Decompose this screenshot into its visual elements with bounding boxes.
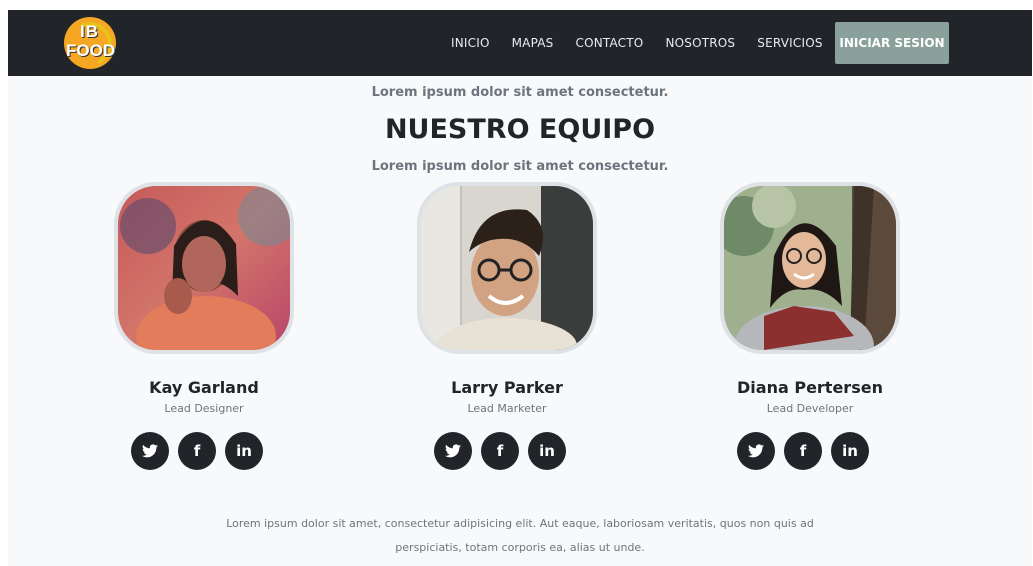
facebook-button[interactable]: f bbox=[481, 432, 519, 470]
linkedin-icon: in bbox=[842, 442, 858, 460]
twitter-button[interactable] bbox=[131, 432, 169, 470]
member-name: Kay Garland bbox=[149, 378, 259, 397]
logo-text-bottom: FOOD bbox=[66, 41, 116, 60]
nav-links: INICIO MAPAS CONTACTO NOSOTROS SERVICIOS bbox=[440, 10, 834, 76]
section-kicker-bottom: Lorem ipsum dolor sit amet consectetur. bbox=[371, 159, 669, 174]
facebook-icon: f bbox=[496, 442, 504, 460]
nav-link-inicio[interactable]: INICIO bbox=[451, 36, 490, 50]
twitter-button[interactable] bbox=[737, 432, 775, 470]
social-links: f in bbox=[737, 432, 887, 472]
twitter-icon bbox=[445, 444, 461, 458]
member-name: Larry Parker bbox=[451, 378, 563, 397]
twitter-icon bbox=[748, 444, 764, 458]
member-name: Diana Pertersen bbox=[737, 378, 883, 397]
section-title: NUESTRO EQUIPO bbox=[384, 114, 656, 145]
social-links: f in bbox=[131, 432, 281, 472]
navbar: IB FOOD INICIO MAPAS CONTACTO NOSOTROS S… bbox=[8, 10, 1032, 76]
facebook-button[interactable]: f bbox=[178, 432, 216, 470]
linkedin-icon: in bbox=[539, 442, 555, 460]
linkedin-icon: in bbox=[236, 442, 252, 460]
nav-link-contacto[interactable]: CONTACTO bbox=[575, 36, 643, 50]
member-role: Lead Designer bbox=[164, 402, 244, 415]
linkedin-button[interactable]: in bbox=[831, 432, 869, 470]
section-kicker-top: Lorem ipsum dolor sit amet consectetur. bbox=[371, 85, 669, 100]
nav-link-servicios[interactable]: SERVICIOS bbox=[757, 36, 822, 50]
facebook-icon: f bbox=[193, 442, 201, 460]
login-button[interactable]: INICIAR SESION bbox=[835, 22, 949, 64]
footer-paragraph: Lorem ipsum dolor sit amet, consectetur … bbox=[226, 517, 814, 554]
linkedin-button[interactable]: in bbox=[225, 432, 263, 470]
member-role: Lead Marketer bbox=[467, 402, 547, 415]
twitter-icon bbox=[142, 444, 158, 458]
linkedin-button[interactable]: in bbox=[528, 432, 566, 470]
avatar-photo bbox=[417, 182, 597, 354]
facebook-button[interactable]: f bbox=[784, 432, 822, 470]
logo-text-top: IB bbox=[80, 22, 99, 41]
twitter-button[interactable] bbox=[434, 432, 472, 470]
nav-link-mapas[interactable]: MAPAS bbox=[512, 36, 554, 50]
avatar-photo bbox=[114, 182, 294, 354]
social-links: f in bbox=[434, 432, 584, 472]
member-role: Lead Developer bbox=[766, 402, 854, 415]
facebook-icon: f bbox=[799, 442, 807, 460]
nav-link-nosotros[interactable]: NOSOTROS bbox=[665, 36, 735, 50]
avatar-photo bbox=[720, 182, 900, 354]
brand-logo[interactable]: IB FOOD bbox=[61, 15, 119, 73]
page-frame: IB FOOD INICIO MAPAS CONTACTO NOSOTROS S… bbox=[8, 10, 1032, 566]
